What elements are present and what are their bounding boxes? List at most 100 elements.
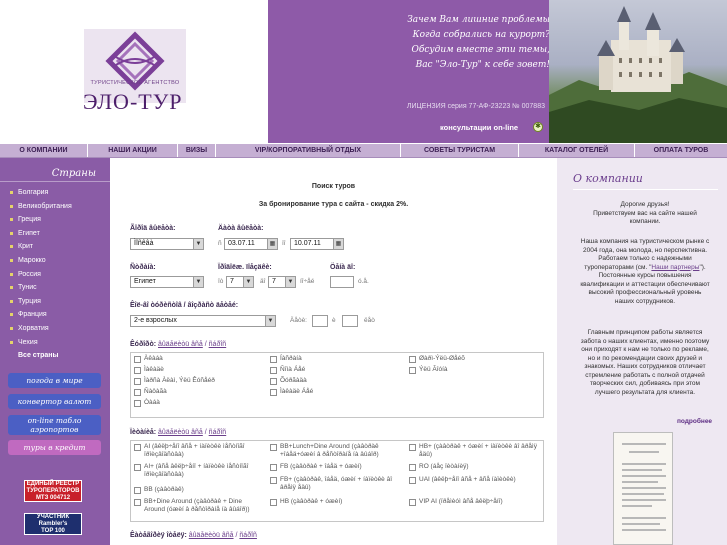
currency-converter-button[interactable]: конвертор валют bbox=[8, 394, 101, 409]
tours-on-credit-button[interactable]: туры в кредит bbox=[8, 440, 101, 455]
paragraph-line: лучшего результата для клиента. bbox=[594, 388, 696, 396]
meal-checkbox[interactable] bbox=[270, 464, 277, 471]
paragraph-line: квалификации и аттестации обеспечивают bbox=[580, 280, 710, 288]
nights-unit: íî÷åé bbox=[300, 278, 315, 285]
meal-checkbox[interactable] bbox=[409, 444, 416, 451]
nights-from-select[interactable]: 7 ▼ bbox=[226, 276, 254, 288]
date-from-input[interactable]: 03.07.11 ▦ bbox=[224, 238, 278, 250]
children-separator: è bbox=[332, 317, 336, 324]
resort-checkbox[interactable] bbox=[270, 356, 277, 363]
meal-checkbox[interactable] bbox=[134, 487, 141, 494]
meal-label: RO (áåç ïèòàíèÿ) bbox=[419, 463, 469, 470]
license-certificate-image[interactable] bbox=[613, 432, 673, 545]
category-select-all-link[interactable]: âûäåëèòü âñå bbox=[189, 532, 234, 539]
meal-checkbox[interactable] bbox=[134, 499, 141, 506]
child-age-input-2[interactable] bbox=[342, 315, 358, 327]
paragraph-line: Наша компания на туристическом рынке с bbox=[580, 238, 710, 245]
country-link[interactable]: Великобритания bbox=[0, 200, 110, 214]
certificate-line bbox=[622, 529, 666, 531]
resort-checkbox[interactable] bbox=[270, 378, 277, 385]
all-countries-link[interactable]: Все страны bbox=[0, 349, 110, 363]
tour-operator-registry-badge[interactable]: ЕДИНЫЙ РЕЕСТР ТУРОПЕРАТОРОВ МТЗ 004712 bbox=[24, 480, 82, 502]
globe-icon[interactable]: ✱ bbox=[533, 122, 543, 132]
departure-city-select[interactable]: Ìîñêâà ▼ bbox=[130, 238, 204, 250]
country-link[interactable]: Хорватия bbox=[0, 322, 110, 336]
resort-checkbox[interactable] bbox=[134, 378, 141, 385]
country-link[interactable]: Египет bbox=[0, 227, 110, 241]
resort-checkbox[interactable] bbox=[134, 367, 141, 374]
nav-hotel-catalog[interactable]: КАТАЛОГ ОТЕЛЕЙ bbox=[519, 144, 635, 157]
country-link[interactable]: Марокко bbox=[0, 254, 110, 268]
calendar-icon[interactable]: ▦ bbox=[267, 239, 277, 249]
resort-checkbox[interactable] bbox=[134, 389, 141, 396]
resort-checkbox[interactable] bbox=[409, 356, 416, 363]
resorts-clear-link[interactable]: ñáðîñ bbox=[209, 341, 227, 348]
resort-checkbox[interactable] bbox=[270, 389, 277, 396]
header: ТУРИСТИЧЕСКОЕ АГЕНТСТВО ЭЛО-ТУР Зачем Ва… bbox=[0, 0, 727, 143]
calendar-icon[interactable]: ▦ bbox=[333, 239, 343, 249]
link-separator: / bbox=[204, 429, 207, 436]
resort-checkbox[interactable] bbox=[134, 400, 141, 407]
meal-label: VIP AI (ïðåìèóì âñå âêëþ÷åíî) bbox=[419, 498, 503, 505]
certificate-line bbox=[622, 443, 666, 445]
resorts-select-all-link[interactable]: âûäåëèòü âñå bbox=[158, 341, 203, 348]
meal-label: HB+ (çàâòðàê + óæèí + íàïèòêè âî âðåìÿ å… bbox=[419, 443, 537, 458]
country-link[interactable]: Тунис bbox=[0, 281, 110, 295]
nav-promotions[interactable]: НАШИ АКЦИИ bbox=[88, 144, 178, 157]
badge-line: УЧАСТНИК bbox=[36, 514, 70, 520]
resort-label: Ýëü Ãîóíà bbox=[419, 366, 448, 373]
rambler-top100-badge[interactable]: УЧАСТНИК Rambler's TOP 100 bbox=[24, 513, 82, 535]
meal-checkbox[interactable] bbox=[134, 464, 141, 471]
meal-checkbox[interactable] bbox=[409, 464, 416, 471]
nav-tourist-tips[interactable]: СОВЕТЫ ТУРИСТАМ bbox=[401, 144, 519, 157]
airport-board-button[interactable]: on-line табло аэропортов bbox=[8, 415, 101, 435]
child-age-input-1[interactable] bbox=[312, 315, 328, 327]
paragraph-line: высокий профессиональный уровень bbox=[588, 289, 702, 296]
country-link[interactable]: Крит bbox=[0, 240, 110, 254]
departure-city-label: Ãîðîä âûëåòà: bbox=[130, 225, 176, 232]
country-select[interactable]: Египет ▼ bbox=[130, 276, 204, 288]
nav-visas[interactable]: ВИЗЫ bbox=[178, 144, 216, 157]
resort-checkbox[interactable] bbox=[270, 367, 277, 374]
consult-online-link[interactable]: консультации on-line bbox=[440, 123, 518, 132]
date-to-input[interactable]: 10.07.11 ▦ bbox=[290, 238, 344, 250]
meal-checkbox[interactable] bbox=[409, 499, 416, 506]
resort-label: Õóðãàäà bbox=[280, 377, 307, 384]
meals-select-all-link[interactable]: âûäåëèòü âñå bbox=[158, 429, 203, 436]
search-discount-note: За бронирование тура с сайта - скидка 2%… bbox=[258, 201, 409, 208]
partners-link[interactable]: Наши партнеры bbox=[651, 264, 699, 271]
nights-to-select[interactable]: 7 ▼ bbox=[268, 276, 296, 288]
max-price-input[interactable] bbox=[330, 276, 354, 288]
country-link[interactable]: Болгария bbox=[0, 186, 110, 200]
meal-checkbox[interactable] bbox=[134, 444, 141, 451]
meal-checkbox[interactable] bbox=[270, 477, 277, 484]
certificate-line bbox=[622, 505, 652, 507]
country-link[interactable]: Турция bbox=[0, 295, 110, 309]
meal-checkbox[interactable] bbox=[409, 477, 416, 484]
badge-line: ТУРОПЕРАТОРОВ bbox=[26, 488, 80, 494]
chevron-down-icon: ▼ bbox=[285, 277, 295, 287]
country-link[interactable]: Чехия bbox=[0, 336, 110, 350]
certificate-line bbox=[629, 451, 659, 453]
paragraph-line: Главным принципом работы является bbox=[587, 329, 703, 336]
nav-about[interactable]: О КОМПАНИИ bbox=[0, 144, 88, 157]
slogan-line: Зачем Вам лишние проблемы bbox=[407, 15, 550, 25]
meal-label: UAI (âêëþ÷åíî âñå + âñå íàïèòêè) bbox=[419, 476, 516, 483]
nav-tour-payment[interactable]: ОПЛАТА ТУРОВ bbox=[635, 144, 727, 157]
nav-vip-corporate[interactable]: VIP/КОРПОРАТИВНЫЙ ОТДЫХ bbox=[216, 144, 401, 157]
country-link[interactable]: Россия bbox=[0, 268, 110, 282]
country-link[interactable]: Греция bbox=[0, 213, 110, 227]
link-separator: / bbox=[204, 341, 207, 348]
weather-button[interactable]: погода в мире bbox=[8, 373, 101, 388]
meals-clear-link[interactable]: ñáðîñ bbox=[209, 429, 227, 436]
category-clear-link[interactable]: ñáðîñ bbox=[239, 532, 257, 539]
country-link[interactable]: Франция bbox=[0, 308, 110, 322]
tourists-select[interactable]: 2-е взрослых ▼ bbox=[130, 315, 276, 327]
meal-checkbox[interactable] bbox=[270, 444, 277, 451]
meal-label: BB+Lunch+Dine Around (çàâòðàê +îáåä+óæèí… bbox=[280, 443, 379, 458]
nights-from-prefix: îò bbox=[218, 278, 224, 285]
resort-checkbox[interactable] bbox=[134, 356, 141, 363]
more-link[interactable]: подробнее bbox=[677, 418, 712, 425]
resort-checkbox[interactable] bbox=[409, 367, 416, 374]
meal-checkbox[interactable] bbox=[270, 499, 277, 506]
